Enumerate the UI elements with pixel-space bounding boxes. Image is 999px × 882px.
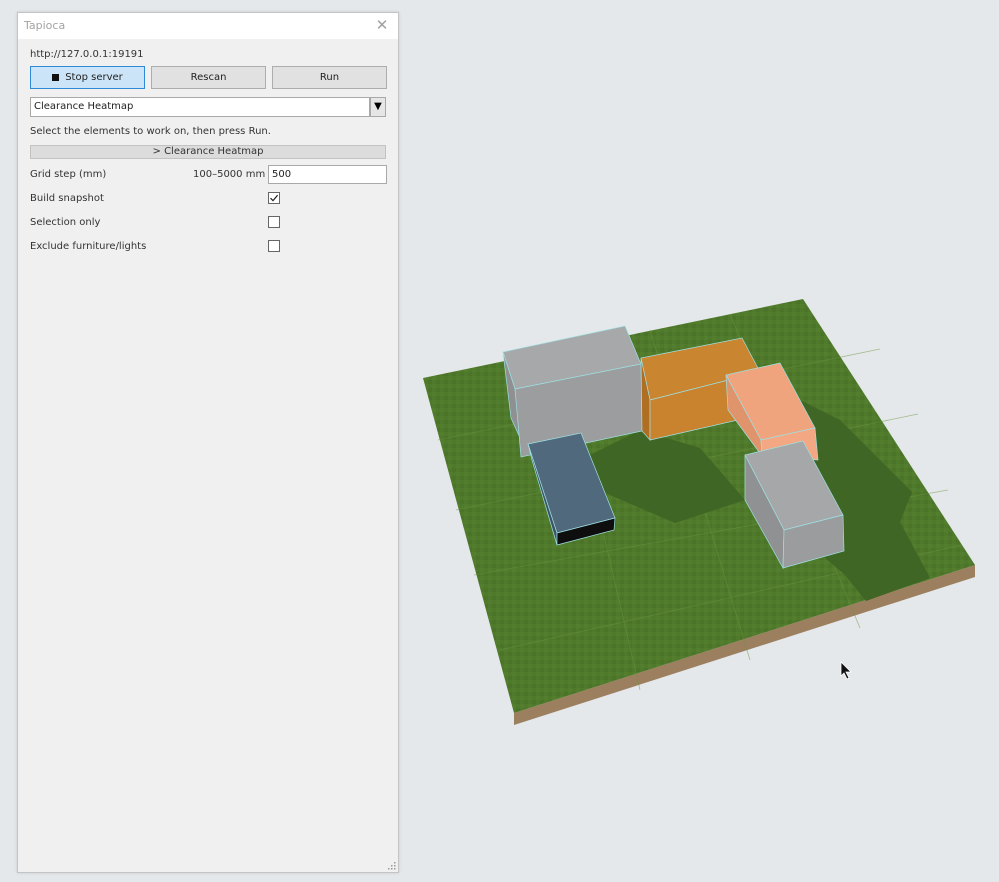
server-url: http://127.0.0.1:19191 [30, 49, 144, 60]
tool-select[interactable]: Clearance Heatmap [30, 97, 370, 117]
rescan-button[interactable]: Rescan [151, 66, 266, 89]
panel-title: Tapioca [24, 19, 66, 32]
stop-server-button[interactable]: Stop server [30, 66, 145, 89]
exclude-furniture-label: Exclude furniture/lights [30, 241, 147, 252]
close-icon[interactable]: ✕ [374, 15, 390, 35]
checkmark-icon [270, 194, 279, 202]
stop-server-label: Stop server [65, 72, 123, 83]
grid-step-input[interactable] [268, 165, 387, 184]
run-label: Run [319, 72, 340, 83]
chevron-down-icon[interactable]: ▼ [370, 97, 386, 117]
stop-icon [52, 74, 60, 81]
panel-titlebar: Tapioca ✕ [18, 13, 398, 39]
exclude-furniture-checkbox[interactable] [268, 240, 280, 252]
run-button[interactable]: Run [272, 66, 387, 89]
selection-only-label: Selection only [30, 217, 101, 228]
clearance-heatmap-section-header[interactable]: > Clearance Heatmap [30, 145, 386, 159]
rescan-label: Rescan [190, 72, 227, 83]
instruction-text: Select the elements to work on, then pre… [30, 126, 271, 137]
build-snapshot-label: Build snapshot [30, 193, 104, 204]
grid-step-label: Grid step (mm) [30, 169, 107, 180]
selection-only-checkbox[interactable] [268, 216, 280, 228]
mouse-pointer-icon [840, 661, 852, 680]
resize-grip-icon[interactable] [386, 860, 396, 870]
build-snapshot-checkbox[interactable] [268, 192, 280, 204]
tapioca-panel: Tapioca ✕ http://127.0.0.1:19191 Stop se… [17, 12, 399, 873]
grid-step-range: 100–5000 mm [193, 169, 266, 180]
